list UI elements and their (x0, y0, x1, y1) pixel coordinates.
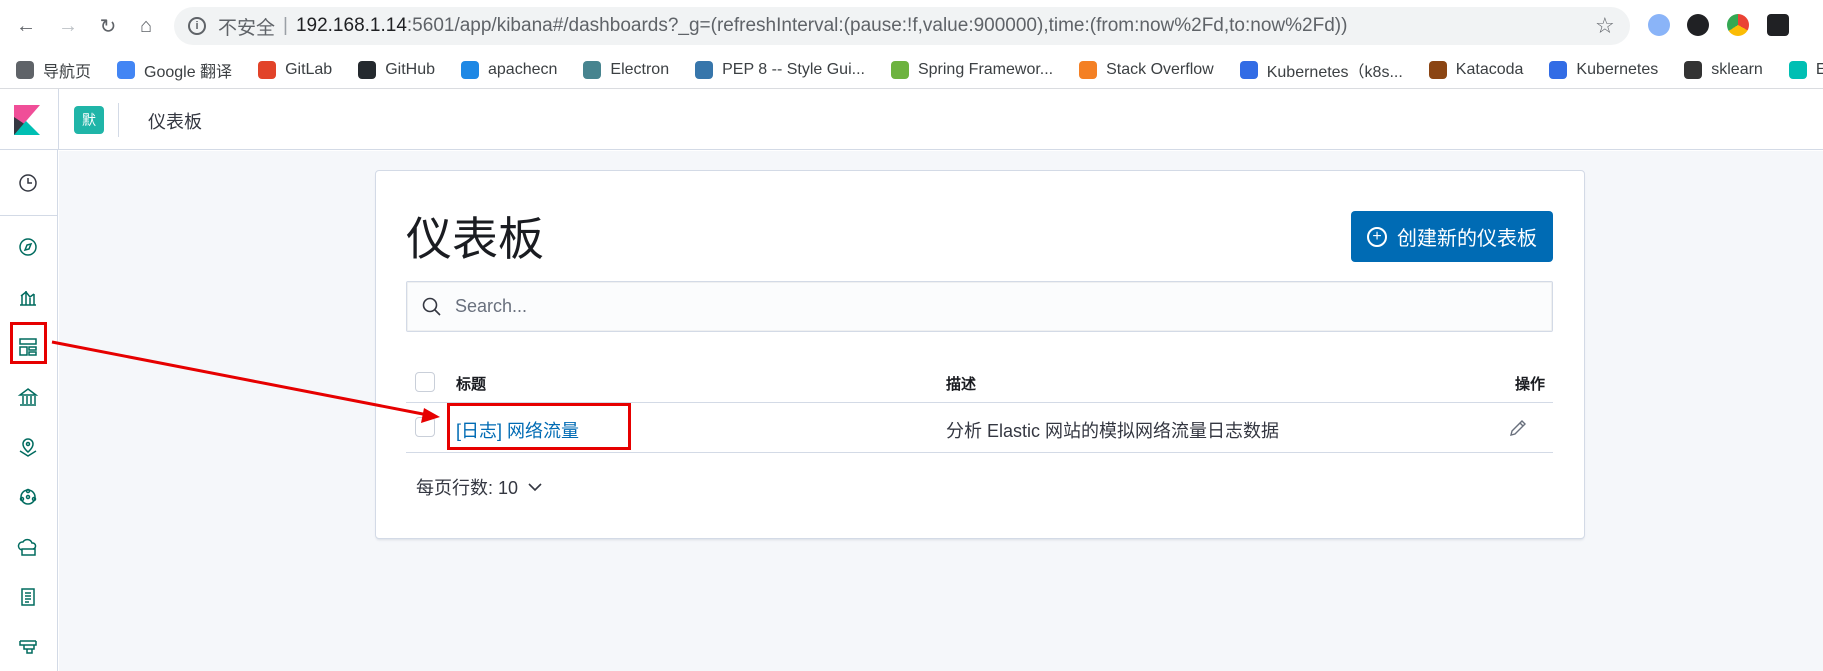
bookmark-favicon-icon (890, 61, 909, 79)
kibana-header: 默 仪表板 (0, 89, 1823, 150)
bookmark-label: sklearn (1711, 61, 1763, 78)
ml-icon[interactable] (15, 484, 41, 510)
bookmark-item[interactable]: Stack Overflow (1079, 61, 1214, 79)
select-all-checkbox[interactable] (415, 372, 435, 392)
chevron-down-icon (528, 483, 542, 492)
bookmark-favicon-icon (358, 61, 377, 79)
bookmark-star-icon[interactable]: ☆ (1595, 13, 1615, 39)
bookmark-item[interactable]: GitLab (258, 61, 332, 79)
search-input[interactable] (455, 296, 1535, 317)
space-avatar[interactable]: 默 (74, 106, 104, 134)
bookmark-label: Electron (610, 61, 670, 78)
bookmark-label: Kubernetes (1576, 61, 1659, 78)
bookmark-label: Google 翻译 (144, 64, 233, 81)
logs-icon[interactable] (15, 584, 41, 610)
bookmarks-bar: 导航页 Google 翻译 GitLab GitHub apachecn Electron… (0, 52, 1823, 89)
bookmark-item[interactable]: apachecn (461, 61, 557, 79)
bookmark-favicon-icon (1684, 61, 1703, 79)
bookmark-item[interactable]: Katacoda (1428, 61, 1524, 79)
bookmark-item[interactable]: Google 翻译 (117, 58, 232, 82)
nav-divider (0, 215, 58, 216)
url-path: :5601/app/kibana#/dashboards?_g=(refresh… (406, 15, 1348, 36)
url-host: 192.168.1.14 (295, 15, 407, 36)
bookmark-item[interactable]: Elast (1788, 61, 1823, 79)
bookmark-item[interactable]: Kubernetes（k8s... (1239, 58, 1403, 82)
forward-icon[interactable]: → (54, 12, 82, 40)
bookmark-label: GitLab (285, 61, 333, 78)
discover-compass-icon[interactable] (15, 234, 41, 260)
bookmark-favicon-icon (16, 61, 34, 79)
extension-icon[interactable] (1687, 14, 1709, 36)
annotation-box-dashboard-link (447, 403, 631, 450)
bookmark-item[interactable]: Electron (583, 61, 669, 79)
kibana-logo-icon[interactable] (14, 105, 40, 140)
bookmark-label: apachecn (488, 61, 558, 78)
search-bar (406, 281, 1553, 332)
header-description[interactable]: 描述 (946, 373, 976, 394)
bookmark-item[interactable]: Spring Framewor... (890, 61, 1054, 79)
bookmark-favicon-icon (461, 61, 479, 79)
bookmark-item[interactable]: PEP 8 -- Style Gui... (695, 61, 865, 79)
info-icon[interactable]: i (188, 17, 206, 35)
reload-icon[interactable]: ↻ (94, 12, 122, 40)
bookmark-label: 导航页 (43, 64, 92, 81)
extension-icon[interactable] (1648, 14, 1670, 36)
address-bar[interactable]: i 不安全 | 192.168.1.14:5601/app/kibana#/da… (174, 7, 1630, 45)
header-divider (58, 89, 59, 150)
table-header: 标题 描述 操作 (406, 361, 1553, 403)
pencil-edit-icon[interactable] (1507, 417, 1529, 439)
canvas-icon[interactable] (15, 384, 41, 410)
bookmark-label: Spring Framewor... (917, 61, 1054, 78)
bookmark-favicon-icon (1239, 61, 1258, 79)
bookmark-favicon-icon (1079, 61, 1098, 79)
annotation-box-dashboard-nav (10, 322, 47, 364)
header-divider (118, 103, 119, 137)
clock-icon[interactable] (15, 170, 41, 196)
dashboards-panel: 仪表板 + 创建新的仪表板 标题 描述 操作 [日志] 网络流量 分析 Elas… (375, 170, 1585, 539)
bookmark-favicon-icon (1549, 61, 1568, 79)
bookmark-favicon-icon (117, 61, 136, 79)
bookmark-favicon-icon (1428, 61, 1447, 79)
url-separator: | (283, 15, 288, 36)
bookmark-item[interactable]: 导航页 (16, 58, 91, 82)
rows-per-page-selector[interactable]: 每页行数: 10 (416, 474, 542, 500)
bookmark-favicon-icon (695, 61, 714, 79)
extension-icon[interactable] (1767, 14, 1789, 36)
bookmark-favicon-icon (1788, 61, 1807, 79)
dashboard-description: 分析 Elastic 网站的模拟网络流量日志数据 (946, 421, 1280, 441)
extension-icon[interactable] (1727, 14, 1749, 36)
maps-icon[interactable] (15, 434, 41, 460)
visualize-icon[interactable] (15, 284, 41, 310)
create-dashboard-button[interactable]: + 创建新的仪表板 (1351, 211, 1553, 262)
bookmark-label: Elast (1816, 61, 1823, 79)
browser-toolbar: ← → ↻ ⌂ i 不安全 | 192.168.1.14:5601/app/ki… (0, 0, 1823, 52)
row-checkbox[interactable] (415, 417, 435, 437)
breadcrumb: 仪表板 (148, 112, 202, 132)
bookmark-label: Stack Overflow (1106, 61, 1214, 78)
side-nav (0, 150, 58, 671)
infrastructure-icon[interactable] (15, 534, 41, 560)
bookmark-label: Kubernetes（k8s... (1266, 64, 1403, 81)
bookmark-favicon-icon (258, 61, 277, 79)
bookmark-item[interactable]: Kubernetes (1549, 61, 1658, 79)
header-actions: 操作 (1514, 376, 1545, 393)
main-content: 仪表板 + 创建新的仪表板 标题 描述 操作 [日志] 网络流量 分析 Elas… (59, 151, 1823, 671)
bookmark-favicon-icon (583, 61, 602, 79)
bookmark-label: Katacoda (1455, 61, 1524, 78)
search-icon (422, 297, 441, 316)
insecure-label: 不安全 (218, 17, 276, 39)
page-title: 仪表板 (406, 213, 544, 265)
bookmark-label: GitHub (385, 61, 435, 78)
bookmark-label: PEP 8 -- Style Gui... (722, 61, 865, 78)
rows-per-page-label: 每页行数: 10 (416, 478, 519, 498)
header-title[interactable]: 标题 (456, 373, 486, 394)
plus-circle-icon: + (1367, 226, 1387, 247)
home-icon[interactable]: ⌂ (132, 12, 160, 40)
bookmark-item[interactable]: sklearn (1684, 61, 1763, 79)
create-dashboard-label: 创建新的仪表板 (1397, 228, 1537, 250)
bookmark-item[interactable]: GitHub (358, 61, 435, 79)
back-icon[interactable]: ← (12, 12, 40, 40)
apm-icon[interactable] (15, 634, 41, 660)
